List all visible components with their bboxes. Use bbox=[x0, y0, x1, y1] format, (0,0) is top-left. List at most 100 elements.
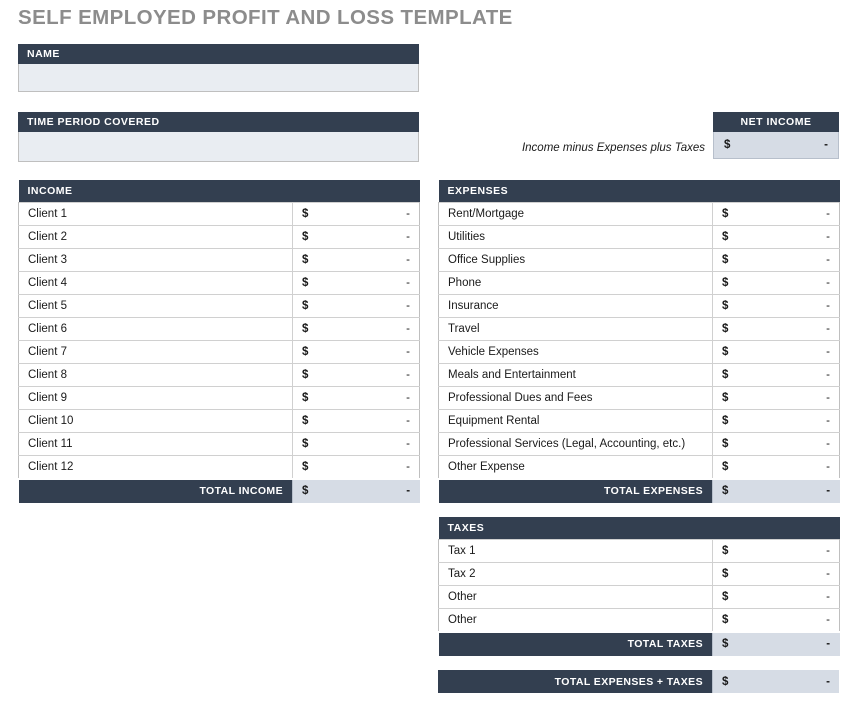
income-table-body: Client 1 $ - Client 2 $ - Client 3 $ - Client 4 $ -… bbox=[18, 202, 420, 503]
expense-row-amount-cell[interactable]: $ - bbox=[711, 409, 841, 433]
amount-value: - bbox=[406, 392, 410, 404]
expense-row: Equipment Rental $ - bbox=[438, 409, 841, 433]
income-row-label[interactable]: Client 2 bbox=[18, 225, 293, 249]
amount-value: - bbox=[826, 369, 831, 381]
currency-symbol: $ bbox=[722, 460, 729, 473]
tax-row-total-row: TOTAL TAXES $ - bbox=[438, 630, 840, 656]
grand-total-value-cell[interactable]: $ - bbox=[712, 670, 839, 693]
income-row-total-row: TOTAL INCOME $ - bbox=[18, 477, 420, 503]
expense-row-label[interactable]: Phone bbox=[438, 271, 713, 295]
expense-row-total-row: TOTAL EXPENSES $ - bbox=[438, 477, 840, 503]
amount-value: - bbox=[406, 369, 410, 381]
expense-row-label[interactable]: Meals and Entertainment bbox=[438, 363, 713, 387]
currency-symbol: $ bbox=[302, 415, 309, 427]
income-row-amount-cell[interactable]: $ - bbox=[292, 202, 420, 226]
income-row-label[interactable]: Client 7 bbox=[18, 340, 293, 364]
expense-row-amount-cell[interactable]: $ - bbox=[711, 432, 841, 456]
income-row-amount-cell[interactable]: $ - bbox=[292, 432, 420, 456]
currency-symbol: $ bbox=[302, 346, 309, 358]
expense-row-amount-cell[interactable]: $ - bbox=[711, 202, 841, 226]
expense-row-label[interactable]: Rent/Mortgage bbox=[438, 202, 713, 226]
expense-row-amount-cell[interactable]: $ - bbox=[711, 225, 841, 249]
currency-symbol: $ bbox=[722, 323, 729, 335]
currency-symbol: $ bbox=[722, 346, 729, 358]
expense-row-label[interactable]: Professional Services (Legal, Accounting… bbox=[438, 432, 713, 456]
amount-value: - bbox=[406, 300, 410, 312]
income-row-label[interactable]: Client 9 bbox=[18, 386, 293, 410]
net-income-value-cell[interactable]: $ - bbox=[713, 132, 839, 159]
income-row-amount-cell[interactable]: $ - bbox=[292, 248, 420, 272]
expense-row-total-label: TOTAL EXPENSES bbox=[438, 477, 713, 503]
expense-row-amount-cell[interactable]: $ - bbox=[711, 340, 841, 364]
expense-row-amount-cell[interactable]: $ - bbox=[711, 363, 841, 387]
income-row-label[interactable]: Client 8 bbox=[18, 363, 293, 387]
net-income-currency-symbol: $ bbox=[724, 139, 731, 151]
amount-value: - bbox=[826, 346, 831, 358]
currency-symbol: $ bbox=[722, 438, 729, 450]
taxes-section-header: TAXES bbox=[438, 517, 840, 540]
income-row-label[interactable]: Client 1 bbox=[18, 202, 293, 226]
income-row: Client 9 $ - bbox=[18, 386, 420, 410]
expense-row: Professional Dues and Fees $ - bbox=[438, 386, 841, 410]
income-row-label[interactable]: Client 10 bbox=[18, 409, 293, 433]
amount-value: - bbox=[826, 392, 831, 404]
currency-symbol: $ bbox=[302, 323, 309, 335]
expense-row-amount-cell[interactable]: $ - bbox=[711, 271, 841, 295]
currency-symbol: $ bbox=[722, 415, 729, 427]
income-row-amount-cell[interactable]: $ - bbox=[292, 455, 420, 479]
currency-symbol: $ bbox=[722, 545, 729, 557]
expense-row-total-amount-cell[interactable]: $ - bbox=[711, 477, 840, 503]
income-row-amount-cell[interactable]: $ - bbox=[292, 363, 420, 387]
expense-row-label[interactable]: Equipment Rental bbox=[438, 409, 713, 433]
expense-row-label[interactable]: Insurance bbox=[438, 294, 713, 318]
name-section-header: NAME bbox=[18, 44, 419, 64]
tax-row-label[interactable]: Tax 1 bbox=[438, 539, 713, 563]
currency-symbol: $ bbox=[722, 254, 729, 266]
expense-row-amount-cell[interactable]: $ - bbox=[711, 317, 841, 341]
income-row-amount-cell[interactable]: $ - bbox=[292, 340, 420, 364]
tax-row-amount-cell[interactable]: $ - bbox=[711, 562, 841, 586]
currency-symbol: $ bbox=[722, 231, 729, 243]
currency-symbol: $ bbox=[302, 300, 309, 312]
expense-row-amount-cell[interactable]: $ - bbox=[711, 248, 841, 272]
expense-row-amount-cell[interactable]: $ - bbox=[711, 294, 841, 318]
income-row-label[interactable]: Client 3 bbox=[18, 248, 293, 272]
expense-row-label[interactable]: Other Expense bbox=[438, 455, 713, 479]
expense-row-label[interactable]: Office Supplies bbox=[438, 248, 713, 272]
tax-row-label[interactable]: Other bbox=[438, 585, 713, 609]
expense-row-label[interactable]: Professional Dues and Fees bbox=[438, 386, 713, 410]
income-row-amount-cell[interactable]: $ - bbox=[292, 271, 420, 295]
expense-row-label[interactable]: Vehicle Expenses bbox=[438, 340, 713, 364]
amount-value: - bbox=[406, 323, 410, 335]
net-income-formula-note: Income minus Expenses plus Taxes bbox=[521, 142, 705, 154]
income-row-label[interactable]: Client 12 bbox=[18, 455, 293, 479]
income-row-amount-cell[interactable]: $ - bbox=[292, 409, 420, 433]
income-row-label[interactable]: Client 6 bbox=[18, 317, 293, 341]
income-row-label[interactable]: Client 5 bbox=[18, 294, 293, 318]
tax-row-amount-cell[interactable]: $ - bbox=[711, 608, 841, 632]
income-row-label[interactable]: Client 11 bbox=[18, 432, 293, 456]
income-row-amount-cell[interactable]: $ - bbox=[292, 225, 420, 249]
currency-symbol: $ bbox=[722, 369, 729, 381]
expense-row-amount-cell[interactable]: $ - bbox=[711, 386, 841, 410]
currency-symbol: $ bbox=[722, 392, 729, 404]
amount-value: - bbox=[826, 323, 831, 335]
tax-row-total-label: TOTAL TAXES bbox=[438, 630, 713, 656]
time-period-input[interactable] bbox=[18, 132, 419, 162]
tax-row-total-amount-cell[interactable]: $ - bbox=[711, 630, 840, 656]
tax-row-amount-cell[interactable]: $ - bbox=[711, 585, 841, 609]
expense-row-label[interactable]: Travel bbox=[438, 317, 713, 341]
income-row-total-amount-cell[interactable]: $ - bbox=[292, 477, 420, 503]
expense-row-amount-cell[interactable]: $ - bbox=[711, 455, 841, 479]
expense-row-label[interactable]: Utilities bbox=[438, 225, 713, 249]
currency-symbol: $ bbox=[722, 208, 729, 220]
income-row-amount-cell[interactable]: $ - bbox=[292, 294, 420, 318]
tax-row-label[interactable]: Tax 2 bbox=[438, 562, 713, 586]
income-row-amount-cell[interactable]: $ - bbox=[292, 317, 420, 341]
tax-row-amount-cell[interactable]: $ - bbox=[711, 539, 841, 563]
tax-row-label[interactable]: Other bbox=[438, 608, 713, 632]
name-input[interactable] bbox=[18, 64, 419, 92]
income-row-label[interactable]: Client 4 bbox=[18, 271, 293, 295]
expense-row: Rent/Mortgage $ - bbox=[438, 202, 841, 226]
income-row-amount-cell[interactable]: $ - bbox=[292, 386, 420, 410]
